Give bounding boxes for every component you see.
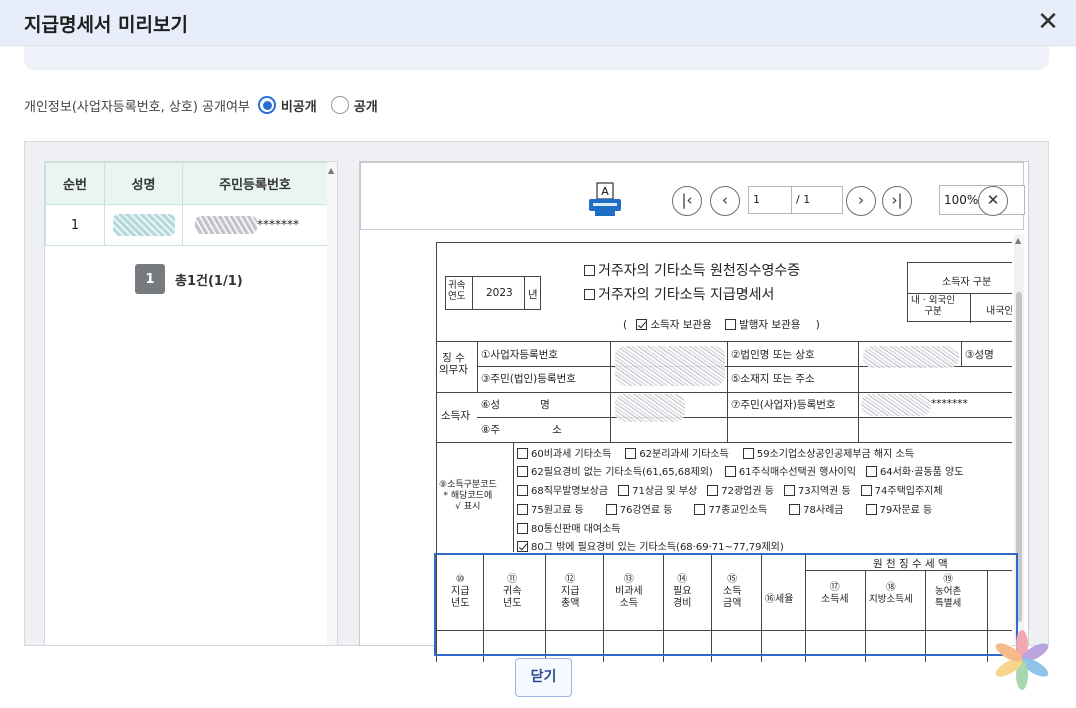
radio-private-circle[interactable] xyxy=(257,96,276,114)
code-row-4: 75원고료 등 76강연료 등 77종교인소득 78사례금 79자문료 등 xyxy=(517,501,932,516)
recipient-table: 순번 성명 주민등록번호 1 ******* xyxy=(45,162,328,246)
col-header-number: 순번 xyxy=(45,162,105,205)
col-attr-year: ⑪ 귀속 년도 xyxy=(503,574,522,609)
col-income: ⑮ 소득 금액 xyxy=(723,574,742,609)
col-rural-tax: ⑲ 농어촌 특별세 xyxy=(935,574,962,609)
year-value: 2023 xyxy=(486,287,513,299)
document-viewer: A |‹ ‹ 1 / 1 › ›| 100% ✕ ▲ 거주자의 기타소득 원천징… xyxy=(359,161,1029,662)
earner-row-2: ⑧주 소 xyxy=(481,424,562,436)
payer-row-2: ③주민(법인)등록번호 xyxy=(481,373,576,385)
col-header-rrn: 주민등록번호 xyxy=(182,162,328,205)
svg-text:A: A xyxy=(601,185,609,198)
col-pay-total: ⑫ 지급 총액 xyxy=(561,574,580,609)
recipient-list-panel: 순번 성명 주민등록번호 1 ******* ▲ 1 총1건(1/1) xyxy=(44,161,338,646)
next-page-button[interactable]: › xyxy=(846,186,876,216)
col-pay-year: ⑩ 지급 년도 xyxy=(451,574,470,609)
payer-right-2: ⑤소재지 또는 주소 xyxy=(731,373,815,385)
page-input[interactable]: 1 xyxy=(748,186,792,214)
cell-name xyxy=(104,204,183,246)
viewer-scrollbar[interactable]: ▲ xyxy=(1014,234,1024,644)
list-pager: 1 총1건(1/1) xyxy=(135,264,243,294)
resident-value: 내국인 xyxy=(986,306,1012,317)
col-expense: ⑭ 필요 경비 xyxy=(673,574,692,609)
form-heading-2: 거주자의 기타소득 지급명세서 xyxy=(584,284,774,304)
list-scrollbar[interactable]: ▲ xyxy=(327,162,337,645)
close-icon[interactable]: ✕ xyxy=(1032,6,1064,38)
earner-rrn-mask: ******* xyxy=(931,398,968,410)
payer-row-1: ①사업자등록번호 xyxy=(481,349,559,361)
code-row-6: 80그 밖에 필요경비 있는 기타소득(68·69·71~77,79제외) xyxy=(517,538,784,553)
radio-private[interactable]: 비공개 xyxy=(257,96,317,115)
col-rate: ⑯세율 xyxy=(765,594,794,605)
privacy-option-row: 개인정보(사업자등록번호, 상호) 공개여부 비공개 공개 xyxy=(24,94,378,116)
col-header-name: 성명 xyxy=(104,162,183,205)
form-heading-1: 거주자의 기타소득 원천징수영수증 xyxy=(584,260,800,280)
tax-form-page: 거주자의 기타소득 원천징수영수증 거주자의 기타소득 지급명세서 귀속 연도 … xyxy=(436,242,1012,662)
last-page-button[interactable]: ›| xyxy=(882,186,912,216)
redacted-name xyxy=(112,214,175,236)
list-summary: 총1건(1/1) xyxy=(175,273,243,289)
page-total: / 1 xyxy=(791,186,843,214)
cell-number: 1 xyxy=(45,204,105,246)
code-row-5: 80통신판매 대여소득 xyxy=(517,520,621,535)
radio-private-label: 비공개 xyxy=(280,99,317,115)
earner-right: ⑦주민(사업자)등록번호 xyxy=(731,399,836,411)
redacted-payer-id xyxy=(615,346,725,386)
tax-group-label: 원 천 징 수 세 액 xyxy=(873,558,948,570)
col-local-tax: ⑱ 지방소득세 xyxy=(869,582,913,605)
radio-public-label: 공개 xyxy=(353,99,378,115)
redacted-payer-name xyxy=(863,346,959,368)
cell-rrn: ******* xyxy=(182,204,328,246)
col-income-tax: ⑰ 소득세 xyxy=(821,582,849,605)
redacted-rrn xyxy=(195,216,257,234)
brand-logo-icon xyxy=(988,624,1056,696)
dialog-title: 지급명세서 미리보기 xyxy=(24,14,188,36)
print-icon[interactable]: A xyxy=(587,181,623,219)
close-button[interactable]: 닫기 xyxy=(515,658,572,697)
col-nontax: ⑬ 비과세 소득 xyxy=(615,574,643,609)
code-row-3: 68직무발명보상금 71상금 및 부상 72광업권 등 73지역권 등 74주택입주지체 xyxy=(517,482,943,497)
code-row-2: 62필요경비 없는 기타소득(61,65,68제외) 61주식매수선택권 행사이익… xyxy=(517,463,963,478)
prev-page-button[interactable]: ‹ xyxy=(710,186,740,216)
privacy-label: 개인정보(사업자등록번호, 상호) 공개여부 xyxy=(24,99,250,115)
redacted-earner-rrn xyxy=(861,394,931,416)
viewer-scroll-thumb[interactable] xyxy=(1016,292,1022,622)
table-row[interactable]: 1 ******* xyxy=(45,204,328,246)
dialog-titlebar: 지급명세서 미리보기 ✕ xyxy=(0,0,1076,46)
resident-box: 소득자 구분 내 · 외국인 구분 내국인 xyxy=(907,262,1012,323)
payer-label: 징 수 의무자 xyxy=(439,352,468,376)
payer-right-1: ②법인명 또는 상호 xyxy=(731,349,815,361)
info-strip xyxy=(24,46,1049,70)
radio-public-circle[interactable] xyxy=(330,96,349,114)
resident-label: 소득자 구분 xyxy=(942,277,992,288)
earner-label: 소득자 xyxy=(441,410,470,422)
zoom-close-button[interactable]: ✕ xyxy=(978,186,1008,216)
rrn-mask: ******* xyxy=(257,217,299,232)
year-box: 귀속 연도 2023 년 xyxy=(445,276,541,310)
code-row-1: 60비과세 기타소득 62분리과세 기타소득 59소기업소상공인공제부금 해지 소득 xyxy=(517,445,914,460)
year-suffix: 년 xyxy=(528,289,538,301)
year-label: 귀속 연도 xyxy=(448,280,466,302)
radio-public[interactable]: 공개 xyxy=(330,96,378,115)
resident-sub: 내 · 외국인 구분 xyxy=(911,295,956,317)
payer-extra: ③성명 xyxy=(965,349,994,361)
earner-row-1: ⑥성 명 xyxy=(481,399,550,411)
code-label: ⑨소득구분코드 * 해당코드에 √ 표시 xyxy=(439,480,497,512)
first-page-button[interactable]: |‹ xyxy=(672,186,702,216)
page-button[interactable]: 1 xyxy=(135,264,165,294)
copy-options: ( 소득자 보관용 발행자 보관용 ) xyxy=(623,318,820,331)
redacted-earner-name xyxy=(615,394,685,422)
viewer-toolbar: A |‹ ‹ 1 / 1 › ›| 100% ✕ xyxy=(360,162,1025,230)
